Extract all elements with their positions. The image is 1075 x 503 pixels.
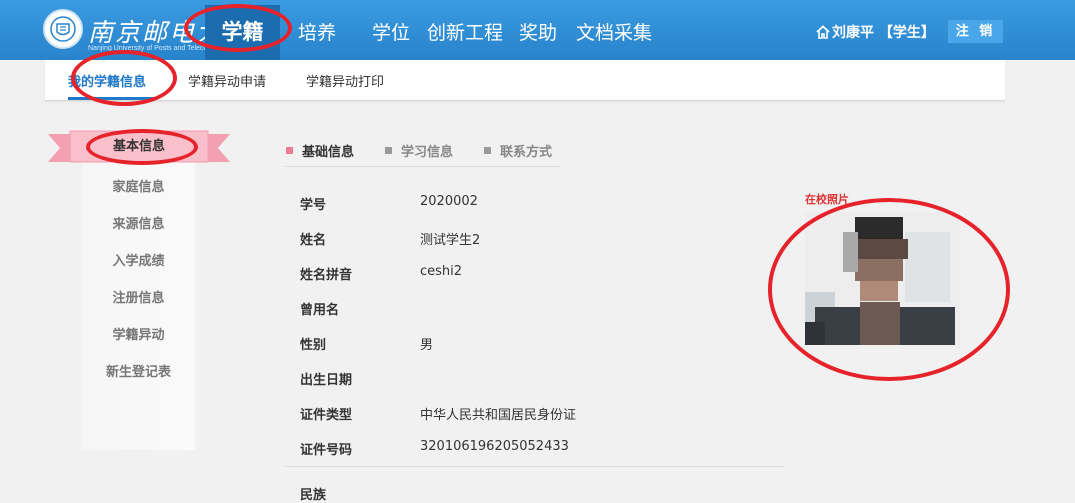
- home-icon: [816, 25, 830, 43]
- field-label-birthdate: 出生日期: [300, 373, 353, 388]
- nav-item-wendang[interactable]: 文档采集: [576, 18, 652, 45]
- field-label-ethnicity: 民族: [300, 488, 327, 503]
- field-label-gender: 性别: [300, 338, 327, 353]
- tab-divider: [285, 166, 560, 167]
- menu-item-entrance-score[interactable]: 入学成绩: [82, 250, 195, 269]
- section-divider: [285, 466, 785, 467]
- active-subtab-indicator: [68, 97, 154, 100]
- nav-item-jiangzhu[interactable]: 奖助: [519, 18, 557, 45]
- nav-item-chuangxin[interactable]: 创新工程: [427, 18, 503, 45]
- field-label-id-type: 证件类型: [300, 408, 353, 423]
- tab-marker-icon: [484, 147, 491, 154]
- field-value-gender: 男: [420, 338, 434, 353]
- nav-item-xueji[interactable]: 学籍: [205, 5, 280, 60]
- menu-item-freshman-form[interactable]: 新生登记表: [82, 361, 195, 380]
- field-value-name: 测试学生2: [420, 233, 481, 248]
- sub-navbar: 我的学籍信息 学籍异动申请 学籍异动打印: [45, 60, 1005, 101]
- field-value-student-id: 2020002: [420, 194, 478, 209]
- tab-contact[interactable]: 联系方式: [484, 141, 552, 160]
- field-label-former-name: 曾用名: [300, 303, 340, 318]
- tab-marker-icon: [286, 147, 293, 154]
- field-value-id-number: 320106196205052433: [420, 439, 569, 454]
- menu-item-registration[interactable]: 注册信息: [82, 287, 195, 306]
- logout-button[interactable]: 注 销: [948, 20, 1003, 43]
- nav-item-xuewei[interactable]: 学位: [372, 18, 410, 45]
- subtab-change-print[interactable]: 学籍异动打印: [306, 71, 384, 90]
- student-photo: [805, 212, 960, 345]
- field-label-student-id: 学号: [300, 198, 327, 213]
- menu-item-status-change[interactable]: 学籍异动: [82, 324, 195, 343]
- university-logo-icon: [43, 9, 83, 49]
- field-value-id-type: 中华人民共和国居民身份证: [420, 408, 577, 423]
- tab-study-info[interactable]: 学习信息: [385, 141, 453, 160]
- nav-item-peiyang[interactable]: 培养: [298, 18, 336, 45]
- tab-marker-icon: [385, 147, 392, 154]
- photo-label: 在校照片: [805, 193, 849, 206]
- menu-item-basic-info[interactable]: 基本信息: [48, 130, 230, 166]
- tab-basic-info[interactable]: 基础信息: [286, 141, 354, 160]
- field-value-pinyin: ceshi2: [420, 264, 463, 279]
- user-name-label: 刘康平 【学生】: [832, 25, 935, 41]
- subtab-my-status[interactable]: 我的学籍信息: [68, 71, 146, 90]
- menu-item-source-info[interactable]: 来源信息: [82, 213, 195, 232]
- field-label-name: 姓名: [300, 233, 327, 248]
- subtab-change-apply[interactable]: 学籍异动申请: [188, 71, 266, 90]
- field-label-pinyin: 姓名拼音: [300, 268, 353, 283]
- user-info[interactable]: 刘康平 【学生】: [816, 22, 935, 43]
- field-label-id-number: 证件号码: [300, 443, 353, 458]
- menu-item-family-info[interactable]: 家庭信息: [82, 176, 195, 195]
- top-navbar: 南京邮电大学 Nanjing University of Posts and T…: [0, 0, 1075, 60]
